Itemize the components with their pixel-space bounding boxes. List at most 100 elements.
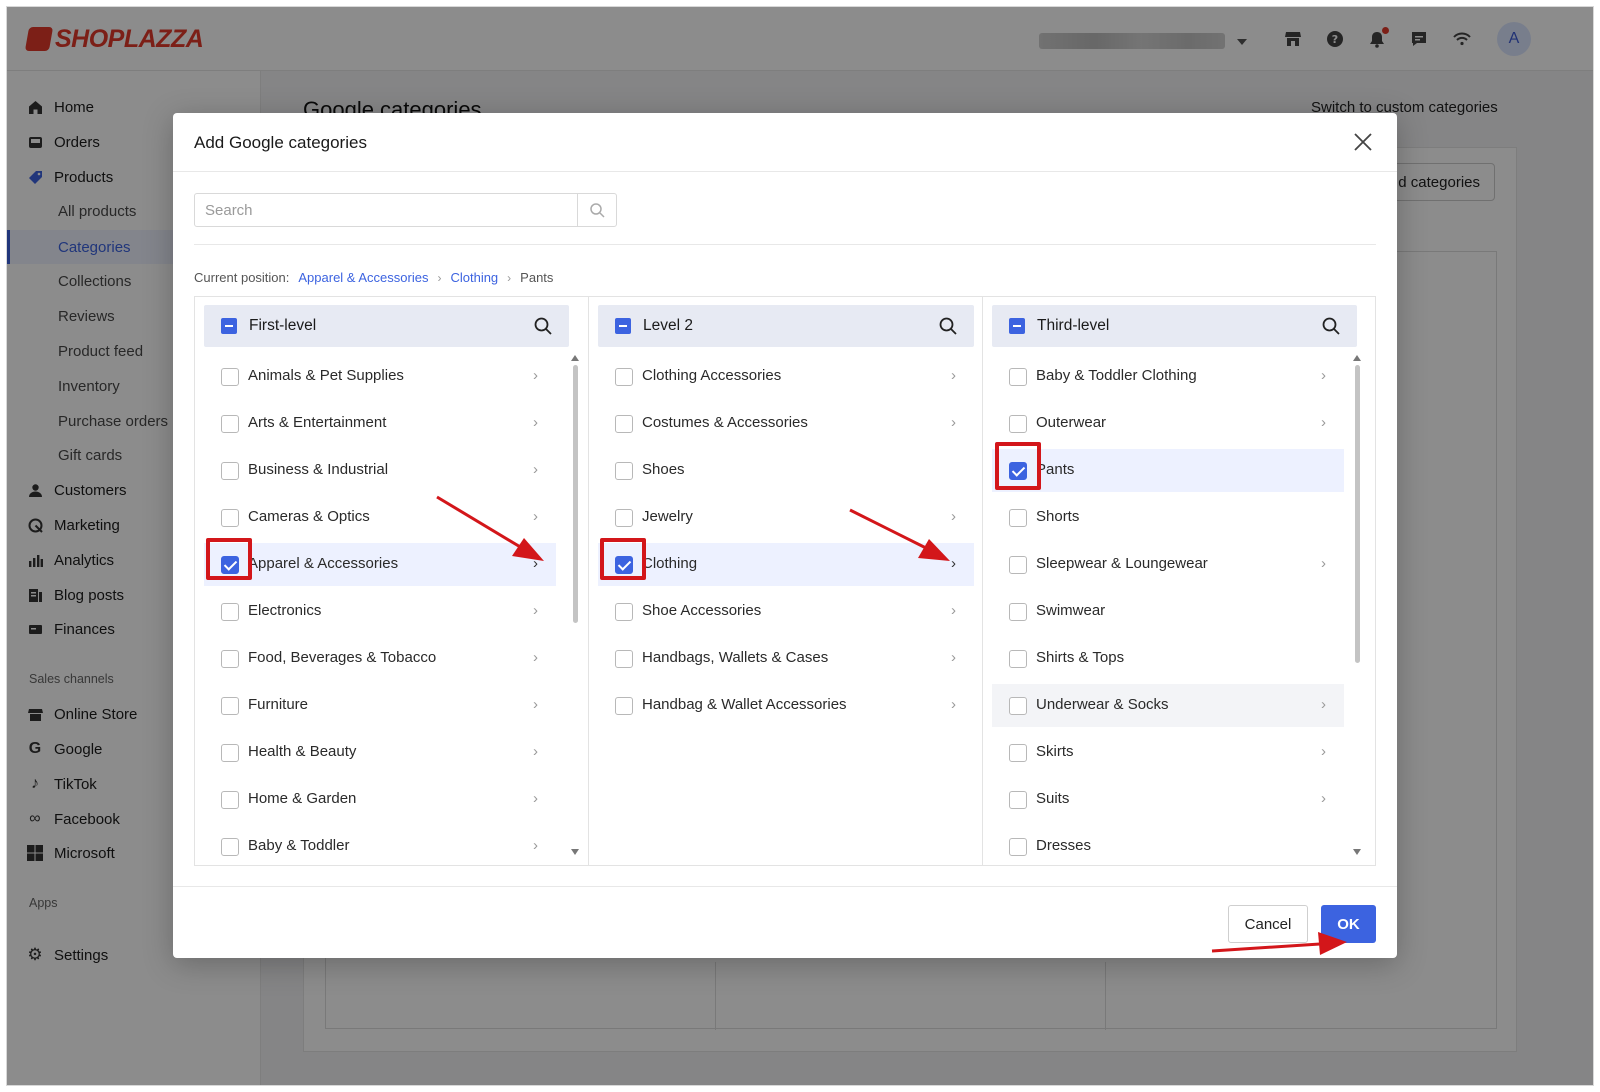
category-row-baby-and-toddler-clothing[interactable]: Baby & Toddler Clothing › xyxy=(992,355,1344,398)
category-row-cameras-and-optics[interactable]: Cameras & Optics › xyxy=(204,496,556,539)
search-icon[interactable] xyxy=(938,316,958,336)
category-row-clothing-accessories[interactable]: Clothing Accessories › xyxy=(598,355,974,398)
chevron-right-icon[interactable]: › xyxy=(533,414,538,431)
scrollbar[interactable] xyxy=(571,355,579,855)
select-all-checkbox[interactable] xyxy=(1009,318,1025,334)
category-checkbox[interactable] xyxy=(221,697,239,715)
category-row-electronics[interactable]: Electronics › xyxy=(204,590,556,633)
category-row-clothing[interactable]: Clothing › xyxy=(598,543,974,586)
close-icon[interactable] xyxy=(1350,129,1376,155)
chevron-right-icon[interactable]: › xyxy=(533,837,538,854)
chevron-right-icon[interactable]: › xyxy=(533,461,538,478)
category-row-animals-and-pet-supplies[interactable]: Animals & Pet Supplies › xyxy=(204,355,556,398)
category-checkbox[interactable] xyxy=(1009,744,1027,762)
category-row-furniture[interactable]: Furniture › xyxy=(204,684,556,727)
chevron-right-icon[interactable]: › xyxy=(1321,555,1326,572)
breadcrumb-link-apparel[interactable]: Apparel & Accessories xyxy=(298,270,428,285)
category-checkbox[interactable] xyxy=(221,838,239,856)
category-checkbox[interactable] xyxy=(1009,697,1027,715)
category-row-sleepwear-and-loungewear[interactable]: Sleepwear & Loungewear › xyxy=(992,543,1344,586)
chevron-right-icon[interactable]: › xyxy=(951,414,956,431)
select-all-checkbox[interactable] xyxy=(615,318,631,334)
category-row-shirts-and-tops[interactable]: Shirts & Tops xyxy=(992,637,1344,680)
category-checkbox[interactable] xyxy=(1009,509,1027,527)
category-checkbox[interactable] xyxy=(615,697,633,715)
category-checkbox[interactable] xyxy=(1009,791,1027,809)
category-checkbox[interactable] xyxy=(615,509,633,527)
chevron-right-icon[interactable]: › xyxy=(533,508,538,525)
category-checkbox[interactable] xyxy=(1009,415,1027,433)
chevron-right-icon[interactable]: › xyxy=(533,696,538,713)
category-row-skirts[interactable]: Skirts › xyxy=(992,731,1344,774)
category-row-pants[interactable]: Pants xyxy=(992,449,1344,492)
category-row-business-and-industrial[interactable]: Business & Industrial › xyxy=(204,449,556,492)
cancel-button[interactable]: Cancel xyxy=(1228,905,1308,943)
search-input[interactable] xyxy=(195,194,578,226)
category-checkbox[interactable] xyxy=(221,791,239,809)
category-checkbox[interactable] xyxy=(1009,603,1027,621)
category-row-dresses[interactable]: Dresses xyxy=(992,825,1344,868)
chevron-right-icon[interactable]: › xyxy=(533,555,538,572)
category-checkbox[interactable] xyxy=(1009,556,1027,574)
chevron-right-icon[interactable]: › xyxy=(533,649,538,666)
scrollbar-thumb[interactable] xyxy=(573,365,578,623)
chevron-right-icon[interactable]: › xyxy=(1321,696,1326,713)
chevron-right-icon[interactable]: › xyxy=(533,367,538,384)
category-row-food-beverages-and-tobacco[interactable]: Food, Beverages & Tobacco › xyxy=(204,637,556,680)
category-checkbox[interactable] xyxy=(221,462,239,480)
chevron-right-icon[interactable]: › xyxy=(951,555,956,572)
scroll-up-arrow-icon[interactable] xyxy=(571,355,579,361)
category-checkbox[interactable] xyxy=(615,462,633,480)
scrollbar-thumb[interactable] xyxy=(1355,365,1360,663)
category-checkbox[interactable] xyxy=(615,368,633,386)
chevron-right-icon[interactable]: › xyxy=(951,649,956,666)
category-row-home-and-garden[interactable]: Home & Garden › xyxy=(204,778,556,821)
category-checkbox[interactable] xyxy=(221,744,239,762)
chevron-right-icon[interactable]: › xyxy=(951,367,956,384)
scroll-down-arrow-icon[interactable] xyxy=(1353,849,1361,855)
category-row-baby-and-toddler[interactable]: Baby & Toddler › xyxy=(204,825,556,868)
select-all-checkbox[interactable] xyxy=(221,318,237,334)
category-checkbox[interactable] xyxy=(615,603,633,621)
category-row-arts-and-entertainment[interactable]: Arts & Entertainment › xyxy=(204,402,556,445)
category-row-handbags-wallets-and-cases[interactable]: Handbags, Wallets & Cases › xyxy=(598,637,974,680)
category-checkbox[interactable] xyxy=(221,415,239,433)
category-row-handbag-and-wallet-accessories[interactable]: Handbag & Wallet Accessories › xyxy=(598,684,974,727)
scrollbar[interactable] xyxy=(1353,355,1361,855)
chevron-right-icon[interactable]: › xyxy=(951,696,956,713)
category-row-costumes-and-accessories[interactable]: Costumes & Accessories › xyxy=(598,402,974,445)
search-icon[interactable] xyxy=(533,316,553,336)
category-checkbox[interactable] xyxy=(221,603,239,621)
category-row-apparel-and-accessories[interactable]: Apparel & Accessories › xyxy=(204,543,556,586)
chevron-right-icon[interactable]: › xyxy=(951,602,956,619)
category-checkbox[interactable] xyxy=(221,509,239,527)
chevron-right-icon[interactable]: › xyxy=(533,790,538,807)
category-row-jewelry[interactable]: Jewelry › xyxy=(598,496,974,539)
search-icon[interactable] xyxy=(1321,316,1341,336)
scroll-down-arrow-icon[interactable] xyxy=(571,849,579,855)
category-checkbox[interactable] xyxy=(221,368,239,386)
category-row-suits[interactable]: Suits › xyxy=(992,778,1344,821)
chevron-right-icon[interactable]: › xyxy=(1321,414,1326,431)
category-row-swimwear[interactable]: Swimwear xyxy=(992,590,1344,633)
breadcrumb-link-clothing[interactable]: Clothing xyxy=(450,270,498,285)
category-checkbox[interactable] xyxy=(1009,838,1027,856)
category-row-shoes[interactable]: Shoes xyxy=(598,449,974,492)
ok-button[interactable]: OK xyxy=(1321,905,1376,943)
chevron-right-icon[interactable]: › xyxy=(533,602,538,619)
category-checkbox[interactable] xyxy=(1009,650,1027,668)
category-checkbox[interactable] xyxy=(615,650,633,668)
category-row-shoe-accessories[interactable]: Shoe Accessories › xyxy=(598,590,974,633)
category-checkbox[interactable] xyxy=(221,650,239,668)
scroll-up-arrow-icon[interactable] xyxy=(1353,355,1361,361)
chevron-right-icon[interactable]: › xyxy=(1321,743,1326,760)
category-checkbox[interactable] xyxy=(615,415,633,433)
chevron-right-icon[interactable]: › xyxy=(533,743,538,760)
chevron-right-icon[interactable]: › xyxy=(1321,790,1326,807)
category-row-underwear-and-socks[interactable]: Underwear & Socks › xyxy=(992,684,1344,727)
chevron-right-icon[interactable]: › xyxy=(1321,367,1326,384)
search-icon[interactable] xyxy=(577,194,616,226)
category-row-shorts[interactable]: Shorts xyxy=(992,496,1344,539)
category-checkbox[interactable] xyxy=(1009,368,1027,386)
category-row-health-and-beauty[interactable]: Health & Beauty › xyxy=(204,731,556,774)
